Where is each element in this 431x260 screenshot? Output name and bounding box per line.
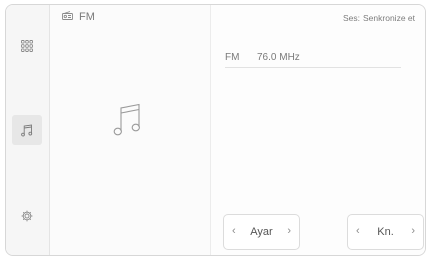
radio-icon xyxy=(62,11,73,23)
source-title: FM xyxy=(62,11,95,23)
music-note-icon xyxy=(21,123,33,137)
apps-button[interactable] xyxy=(12,31,42,61)
setup-control: ‹ Ayar › xyxy=(223,214,300,250)
sidebar xyxy=(6,5,50,255)
channel-next-button[interactable]: › xyxy=(411,225,415,237)
media-button[interactable] xyxy=(12,115,42,145)
sound-status[interactable]: Ses: Senkronize et xyxy=(343,13,415,23)
channel-control: ‹ Kn. › xyxy=(347,214,424,250)
source-label: FM xyxy=(79,11,95,23)
station-pane: Ses: Senkronize et FM 76.0 MHz ‹ Ayar › ‹… xyxy=(211,5,425,255)
source-pane: FM xyxy=(50,5,211,255)
station-band: FM xyxy=(225,52,240,63)
station-info: FM 76.0 MHz xyxy=(225,49,401,68)
gear-icon xyxy=(21,210,33,222)
music-placeholder-icon xyxy=(113,103,141,142)
sound-value: Senkronize et xyxy=(363,13,415,23)
setup-next-button[interactable]: › xyxy=(287,225,291,237)
sound-label: Ses: xyxy=(343,13,361,23)
station-frequency: 76.0 MHz xyxy=(257,52,300,63)
radio-screen: FM Ses:Senkronize et FM 76.0 MHz ‹ Ayar xyxy=(5,4,426,256)
grid-icon xyxy=(21,40,33,52)
settings-button[interactable] xyxy=(12,201,42,231)
